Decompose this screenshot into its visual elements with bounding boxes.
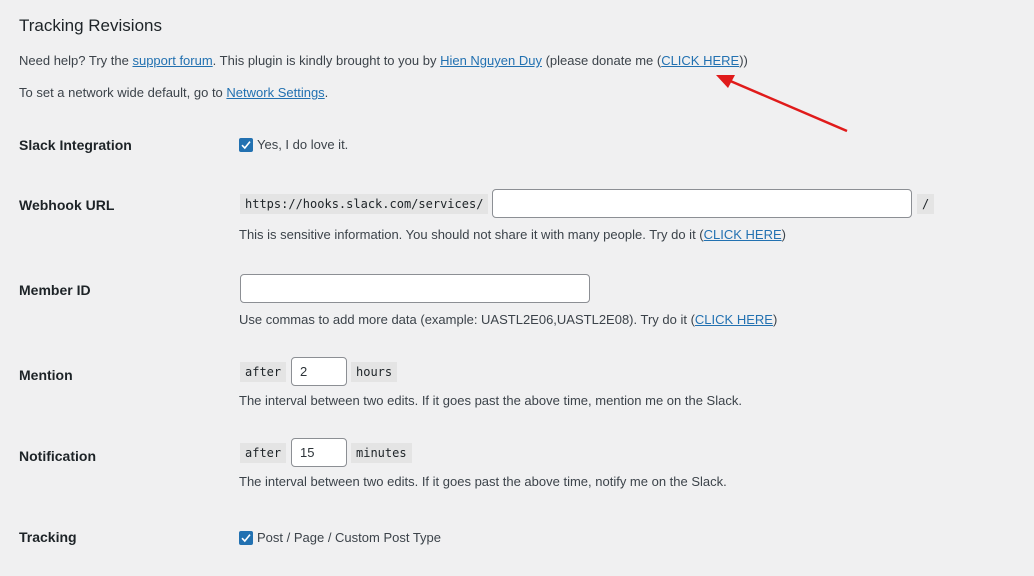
notification-after-text: after [240, 443, 287, 463]
support-forum-link[interactable]: support forum [132, 53, 212, 68]
donate-link[interactable]: CLICK HERE [661, 53, 739, 68]
mention-label: Mention [19, 367, 73, 383]
slack-integration-checkbox[interactable] [239, 137, 253, 152]
network-line: To set a network wide default, go to Net… [19, 85, 328, 100]
webhook-url-prefix: https://hooks.slack.com/services/ [240, 194, 489, 214]
slack-integration-field: Yes, I do love it. [239, 136, 348, 152]
page-title: Tracking Revisions [19, 16, 162, 35]
help-prefix: Need help? Try the [19, 53, 133, 68]
slack-integration-label: Slack Integration [19, 137, 132, 153]
slack-integration-checkbox-label: Yes, I do love it. [257, 137, 349, 153]
author-link[interactable]: Hien Nguyen Duy [440, 53, 542, 68]
network-prefix: To set a network wide default, go to [19, 85, 227, 100]
notification-label: Notification [19, 448, 96, 464]
webhook-url-input[interactable] [492, 189, 912, 218]
network-settings-link[interactable]: Network Settings [226, 85, 324, 100]
tracking-checkbox[interactable] [239, 530, 253, 545]
donate-prefix: (please donate me ( [541, 53, 662, 68]
mention-unit: hours [351, 362, 398, 382]
donate-suffix: )) [739, 53, 748, 68]
help-line: Need help? Try the support forum. This p… [19, 53, 748, 68]
tracking-field: Post / Page / Custom Post Type [239, 529, 441, 545]
notification-minutes-input[interactable] [291, 438, 347, 467]
checkmark-icon [241, 533, 251, 542]
webhook-url-description: This is sensitive information. You shoul… [239, 227, 786, 242]
mention-hours-input[interactable] [291, 357, 347, 386]
member-id-description: Use commas to add more data (example: UA… [239, 312, 778, 327]
webhook-url-suffix: / [917, 194, 935, 214]
member-id-input[interactable] [240, 274, 590, 303]
member-click-here-link[interactable]: CLICK HERE [695, 312, 773, 327]
notification-unit: minutes [351, 443, 412, 463]
mention-description: The interval between two edits. If it go… [239, 393, 742, 408]
checkmark-icon [241, 140, 251, 149]
webhook-click-here-link[interactable]: CLICK HERE [704, 227, 782, 242]
notification-description: The interval between two edits. If it go… [239, 474, 727, 489]
network-suffix: . [324, 85, 329, 100]
member-id-label: Member ID [19, 282, 91, 298]
help-middle: . This plugin is kindly brought to you b… [212, 53, 441, 68]
webhook-url-label: Webhook URL [19, 197, 115, 213]
tracking-label: Tracking [19, 529, 77, 545]
mention-after-text: after [240, 362, 287, 382]
tracking-checkbox-label: Post / Page / Custom Post Type [257, 530, 442, 546]
